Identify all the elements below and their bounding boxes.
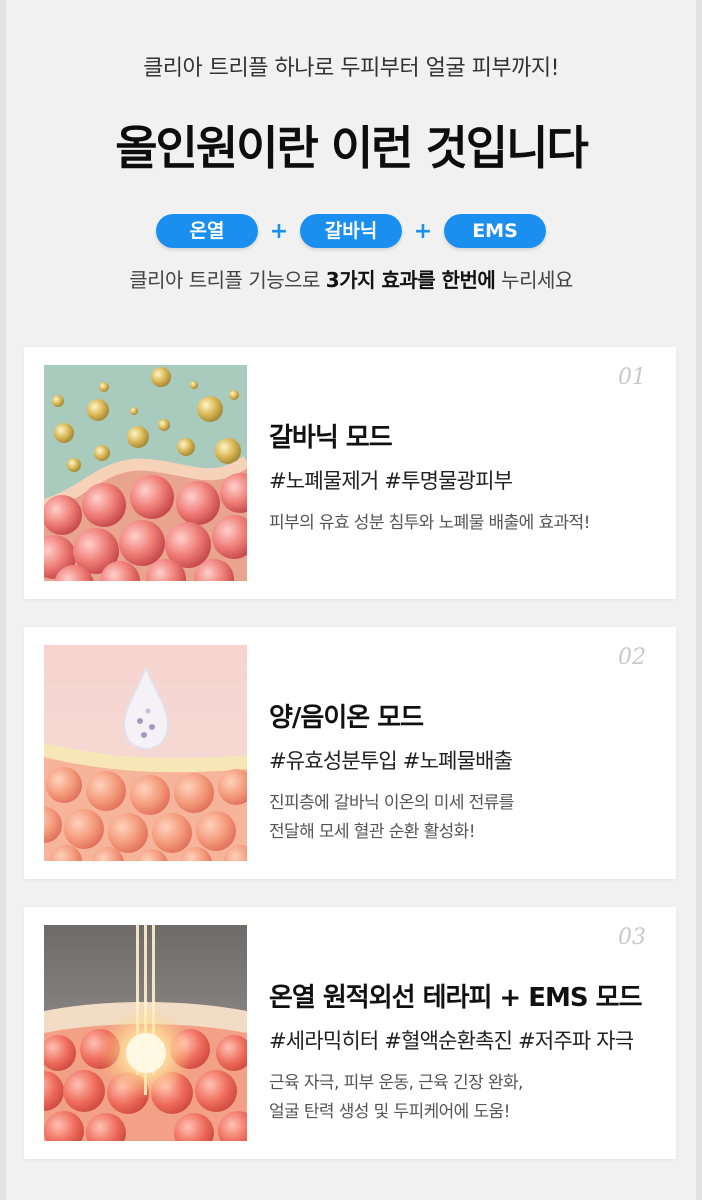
pill-galvanic: 갈바닉	[300, 214, 402, 248]
mode-card-infrared: 03 온열 원적외선 테라피 + EMS 모드 #세라믹히터 #혈액순환촉진 #…	[24, 907, 676, 1159]
card-title: 갈바닉 모드	[269, 423, 393, 453]
card-number: 03	[618, 925, 646, 950]
ion-skin-illustration-icon	[44, 645, 247, 861]
pill-heat: 온열	[156, 214, 258, 248]
desc-suffix: 누리세요	[495, 268, 573, 292]
mode-card-galvanic: 01 갈바닉 모드 #노폐물제거 #투명물광피부 피부의 유효 성분 침투와 노…	[24, 347, 676, 599]
desc-line: 전달해 모세 혈관 순환 활성화!	[269, 822, 476, 842]
galvanic-skin-illustration-icon	[44, 365, 247, 581]
infrared-skin-illustration-icon	[44, 925, 247, 1141]
card-tags: #노폐물제거 #투명물광피부	[269, 469, 513, 493]
desc-line: 근육 자극, 피부 운동, 근육 긴장 완화,	[269, 1073, 523, 1093]
feature-pills: 온열 + 갈바닉 + EMS	[0, 214, 702, 248]
card-tags: #유효성분투입 #노폐물배출	[269, 749, 513, 773]
pills-description: 클리아 트리플 기능으로 3가지 효과를 한번에 누리세요	[0, 264, 702, 293]
plus-sign: +	[269, 218, 289, 244]
left-edge	[0, 0, 6, 1200]
desc-line: 진피층에 갈바닉 이온의 미세 전류를	[269, 793, 514, 813]
page-title: 올인원이란 이런 것입니다	[115, 121, 589, 175]
right-edge	[696, 0, 702, 1200]
pill-ems: EMS	[444, 214, 546, 248]
page-subtitle: 클리아 트리플 하나로 두피부터 얼굴 피부까지!	[143, 56, 559, 81]
card-description: 피부의 유효 성분 침투와 노폐물 배출에 효과적!	[269, 509, 590, 538]
plus-sign: +	[413, 218, 433, 244]
card-description: 진피층에 갈바닉 이온의 미세 전류를 전달해 모세 혈관 순환 활성화!	[269, 789, 514, 847]
card-number: 02	[618, 645, 646, 670]
card-tags: #세라믹히터 #혈액순환촉진 #저주파 자극	[269, 1029, 634, 1053]
card-title: 양/음이온 모드	[269, 703, 424, 733]
card-title: 온열 원적외선 테라피 + EMS 모드	[269, 983, 643, 1013]
desc-prefix: 클리아 트리플 기능으로	[129, 268, 326, 292]
desc-bold: 3가지 효과를 한번에	[325, 268, 496, 292]
card-description: 근육 자극, 피부 운동, 근육 긴장 완화, 얼굴 탄력 생성 및 두피케어에…	[269, 1069, 523, 1127]
desc-line: 얼굴 탄력 생성 및 두피케어에 도움!	[269, 1102, 510, 1122]
card-number: 01	[618, 365, 646, 390]
mode-card-ion: 02 양/음이온 모드 #유효성분투입 #노폐물배출 진피층에 갈바닉 이온의 …	[24, 627, 676, 879]
desc-line: 피부의 유효 성분 침투와 노폐물 배출에 효과적!	[269, 513, 590, 533]
